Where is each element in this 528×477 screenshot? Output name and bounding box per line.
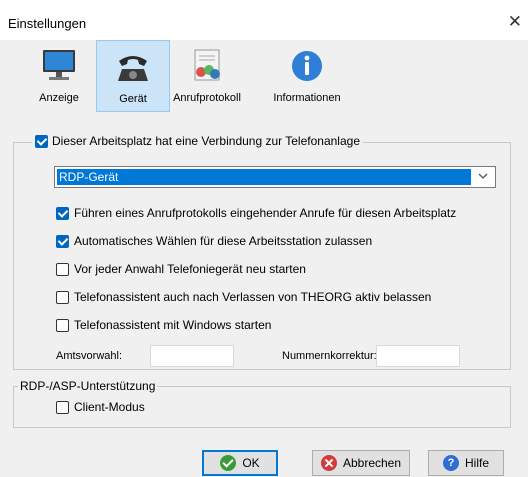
option-label: Telefonassistent auch nach Verlassen von…: [74, 290, 432, 304]
close-icon[interactable]: ✕: [508, 12, 522, 32]
cancel-icon: [320, 455, 337, 471]
option-start-with-windows[interactable]: Telefonassistent mit Windows starten: [56, 318, 271, 332]
device-select-value: RDP-Gerät: [57, 169, 471, 185]
option-restart-device[interactable]: Vor jeder Anwahl Telefoniegerät neu star…: [56, 262, 306, 276]
option-call-log[interactable]: Führen eines Anrufprotokolls eingehender…: [56, 206, 456, 220]
amtsvorwahl-label: Amtsvorwahl:: [56, 350, 123, 362]
tab-anrufprotokoll[interactable]: Anrufprotokoll: [170, 40, 244, 112]
option-label: Vor jeder Anwahl Telefoniegerät neu star…: [74, 262, 306, 276]
device-select[interactable]: RDP-Gerät: [54, 166, 496, 188]
checkmark-icon: [220, 455, 237, 471]
tab-informationen[interactable]: Informationen: [270, 40, 344, 112]
option-auto-dial[interactable]: Automatisches Wählen für diese Arbeitsst…: [56, 234, 372, 248]
call-log-checkbox[interactable]: [56, 206, 69, 220]
tab-anzeige[interactable]: Anzeige: [22, 40, 96, 112]
option-keep-assistant[interactable]: Telefonassistent auch nach Verlassen von…: [56, 290, 431, 304]
tab-bar: Anzeige Gerät Anrufprotokoll Information…: [0, 40, 528, 112]
monitor-icon: [43, 50, 75, 80]
call-log-icon: [194, 49, 220, 81]
nummernkorrektur-label: Nummernkorrektur:: [282, 350, 377, 362]
tab-label: Anzeige: [39, 92, 79, 104]
restart-device-checkbox[interactable]: [56, 262, 69, 276]
ok-button[interactable]: OK: [202, 450, 278, 476]
tab-label: Gerät: [119, 93, 147, 105]
option-client-mode[interactable]: Client-Modus: [56, 400, 145, 414]
ok-label: OK: [242, 456, 260, 470]
start-with-windows-checkbox[interactable]: [56, 318, 69, 332]
amtsvorwahl-field[interactable]: [150, 345, 234, 367]
tab-geraet[interactable]: Gerät: [96, 40, 170, 112]
cancel-label: Abbrechen: [342, 456, 402, 470]
phone-connection-checkbox[interactable]: [35, 134, 48, 148]
rdp-asp-group-title: RDP-/ASP-Unterstützung: [18, 379, 158, 393]
auto-dial-checkbox[interactable]: [56, 234, 69, 248]
phone-connection-label: Dieser Arbeitsplatz hat eine Verbindung …: [52, 134, 360, 148]
client-mode-checkbox[interactable]: [56, 400, 69, 414]
option-label: Automatisches Wählen für diese Arbeitsst…: [74, 234, 373, 248]
nummernkorrektur-field[interactable]: [376, 345, 460, 367]
option-label: Führen eines Anrufprotokolls eingehender…: [74, 206, 457, 220]
phone-connection-header[interactable]: Dieser Arbeitsplatz hat eine Verbindung …: [32, 134, 363, 148]
option-label: Telefonassistent mit Windows starten: [74, 318, 272, 332]
chevron-down-icon: [478, 173, 488, 179]
tab-label: Informationen: [273, 92, 341, 104]
telephone-icon: [118, 56, 148, 81]
help-label: Hilfe: [464, 456, 489, 470]
cancel-button[interactable]: Abbrechen: [312, 450, 410, 476]
title-bar: Einstellungen ✕: [0, 0, 528, 41]
tab-label: Anrufprotokoll: [173, 92, 241, 104]
window-title: Einstellungen: [8, 16, 87, 31]
info-icon: [292, 51, 322, 81]
option-label: Client-Modus: [74, 400, 145, 414]
keep-assistant-checkbox[interactable]: [56, 290, 69, 304]
help-icon: ?: [442, 455, 459, 471]
help-button[interactable]: ? Hilfe: [428, 450, 504, 476]
